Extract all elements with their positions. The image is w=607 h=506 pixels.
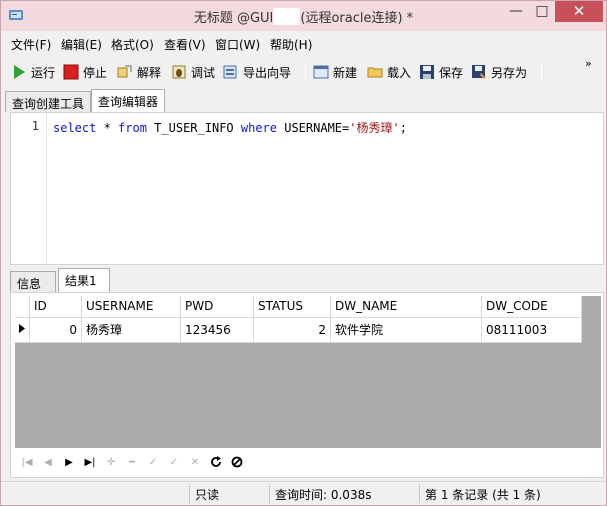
menu-help[interactable]: 帮助(H) <box>270 36 312 53</box>
table-row[interactable]: 0 杨秀璋 123456 2 软件学院 08111003 <box>15 317 582 343</box>
export-wizard-button[interactable]: 导出向导 <box>223 61 291 83</box>
sql-editor[interactable]: 1 select * from T_USER_INFO where USERNA… <box>10 112 604 265</box>
cell-status[interactable]: 2 <box>253 317 331 343</box>
keyword-where: where <box>240 121 277 135</box>
code-semicolon: ; <box>399 121 407 135</box>
debug-button[interactable]: 调试 <box>171 61 215 83</box>
cell-id[interactable]: 0 <box>29 317 82 343</box>
explain-label: 解释 <box>137 65 162 80</box>
apply-edit-icon[interactable]: ✓ <box>144 453 162 471</box>
prev-record-icon[interactable]: ◀ <box>39 453 57 471</box>
tab-query-editor[interactable]: 查询编辑器 <box>91 89 165 113</box>
line-number-gutter: 1 <box>11 113 47 264</box>
editor-tabs: 查询创建工具 查询编辑器 <box>5 89 603 113</box>
status-record-info: 第 1 条记录 (共 1 条) <box>419 484 599 503</box>
column-header-status[interactable]: STATUS <box>253 296 331 318</box>
menu-edit[interactable]: 编辑(E) <box>61 36 102 53</box>
result-grid: ID USERNAME PWD STATUS DW_NAME DW_CODE 0 <box>15 296 582 343</box>
tab-result-1[interactable]: 结果1 <box>58 268 110 292</box>
explain-icon <box>117 64 133 80</box>
menu-view[interactable]: 查看(V) <box>164 36 206 53</box>
stop-icon <box>63 64 79 80</box>
toolbar-separator <box>305 62 306 82</box>
load-button[interactable]: 载入 <box>367 61 411 83</box>
column-header-dw-name[interactable]: DW_NAME <box>330 296 482 318</box>
new-query-icon <box>313 64 329 80</box>
export-icon <box>223 64 239 80</box>
folder-icon <box>367 64 383 80</box>
status-mode: 只读 <box>189 484 269 503</box>
run-label: 运行 <box>31 65 56 80</box>
title-bar: 无标题 @GUI (远程oracle连接) * — □ ✕ <box>1 1 606 31</box>
cell-dw-code[interactable]: 08111003 <box>481 317 582 343</box>
explain-button[interactable]: 解释 <box>117 61 161 83</box>
result-pane: ID USERNAME PWD STATUS DW_NAME DW_CODE 0 <box>10 292 604 478</box>
save-icon <box>419 64 435 80</box>
run-button[interactable]: 运行 <box>11 61 55 83</box>
grid-header-row: ID USERNAME PWD STATUS DW_NAME DW_CODE <box>15 296 582 318</box>
menu-file[interactable]: 文件(F) <box>11 36 51 53</box>
current-row-indicator-icon <box>15 317 30 343</box>
code-string-literal: '杨秀璋' <box>349 121 400 135</box>
save-as-label: 另存为 <box>491 65 528 80</box>
delete-record-icon[interactable]: ━ <box>123 453 141 471</box>
stop-label: 停止 <box>83 65 108 80</box>
new-label: 新建 <box>333 65 358 80</box>
code-star: * <box>96 121 119 135</box>
column-header-pwd[interactable]: PWD <box>180 296 254 318</box>
tab-query-builder[interactable]: 查询创建工具 <box>5 91 91 112</box>
load-label: 载入 <box>387 65 412 80</box>
column-header-dw-code[interactable]: DW_CODE <box>481 296 582 318</box>
save-as-icon <box>471 64 487 80</box>
keyword-from: from <box>118 121 147 135</box>
line-number: 1 <box>31 119 39 133</box>
toolbar: 运行 停止 解释 调试 导出向导 新建 载入 保存 另存为 » <box>5 58 603 85</box>
title-prefix: 无标题 @GUI <box>193 11 274 26</box>
stop-loading-icon[interactable] <box>228 453 246 471</box>
column-header-username[interactable]: USERNAME <box>81 296 181 318</box>
redaction-box <box>273 8 301 25</box>
sql-code-line[interactable]: select * from T_USER_INFO where USERNAME… <box>53 119 407 136</box>
cancel-edit-icon[interactable]: ✓ <box>165 453 183 471</box>
toolbar-separator <box>541 62 542 82</box>
record-navigator: |◀ ◀ ▶ ▶| ✛ ━ ✓ ✓ ✕ <box>15 452 601 472</box>
new-button[interactable]: 新建 <box>313 61 357 83</box>
menu-window[interactable]: 窗口(W) <box>215 36 260 53</box>
keyword-select: select <box>53 121 97 135</box>
code-table-name: T_USER_INFO <box>146 121 241 135</box>
cell-username[interactable]: 杨秀璋 <box>81 317 181 343</box>
title-suffix: (远程oracle连接) * <box>300 11 414 26</box>
play-icon <box>11 64 27 80</box>
first-record-icon[interactable]: |◀ <box>18 453 36 471</box>
debug-icon <box>171 64 187 80</box>
result-tabs: 信息 结果1 <box>10 267 604 292</box>
stop-button[interactable]: 停止 <box>63 61 107 83</box>
app-window: 无标题 @GUI (远程oracle连接) * — □ ✕ 文件(F) 编辑(E)… <box>0 0 607 506</box>
status-query-time: 查询时间: 0.038s <box>269 484 415 503</box>
save-as-button[interactable]: 另存为 <box>471 61 527 83</box>
toolbar-overflow-button[interactable]: » <box>585 58 592 69</box>
cell-dw-name[interactable]: 软件学院 <box>330 317 482 343</box>
row-indicator-header <box>15 296 30 318</box>
clear-icon[interactable]: ✕ <box>186 453 204 471</box>
last-record-icon[interactable]: ▶| <box>81 453 99 471</box>
next-record-icon[interactable]: ▶ <box>60 453 78 471</box>
cell-pwd[interactable]: 123456 <box>180 317 254 343</box>
export-wizard-label: 导出向导 <box>243 65 292 80</box>
maximize-button[interactable]: □ <box>529 1 555 22</box>
tab-messages[interactable]: 信息 <box>10 271 56 292</box>
menu-bar: 文件(F) 编辑(E) 格式(O) 查看(V) 窗口(W) 帮助(H) <box>1 33 606 55</box>
column-header-id[interactable]: ID <box>29 296 82 318</box>
status-bar: 只读 查询时间: 0.038s 第 1 条记录 (共 1 条) <box>1 481 606 505</box>
add-record-icon[interactable]: ✛ <box>102 453 120 471</box>
save-button[interactable]: 保存 <box>419 61 463 83</box>
result-grid-area: ID USERNAME PWD STATUS DW_NAME DW_CODE 0 <box>15 296 601 448</box>
refresh-icon[interactable] <box>207 453 225 471</box>
code-condition: USERNAME= <box>277 121 350 135</box>
close-button[interactable]: ✕ <box>555 1 603 22</box>
save-label: 保存 <box>439 65 464 80</box>
menu-format[interactable]: 格式(O) <box>111 36 154 53</box>
minimize-button[interactable]: — <box>503 1 529 22</box>
debug-label: 调试 <box>191 65 216 80</box>
